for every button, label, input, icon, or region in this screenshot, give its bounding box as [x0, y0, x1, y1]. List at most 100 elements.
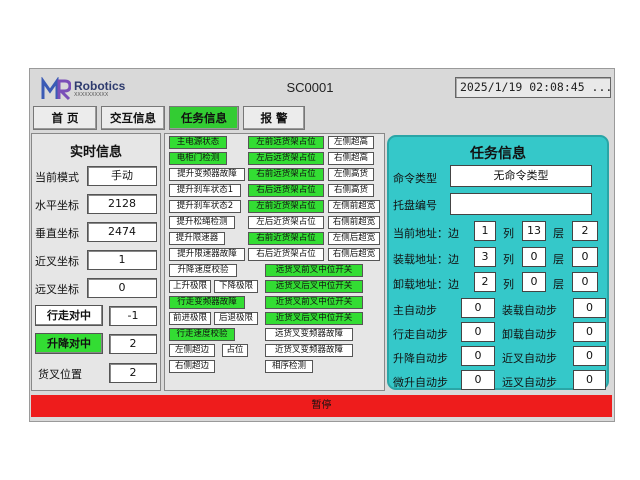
left-over-edge-indicator: 左侧超边 — [169, 344, 215, 357]
realtime-title: 实时信息 — [69, 145, 122, 160]
load-column-label: 列 — [503, 253, 514, 266]
right-rear-far-rack-indicator: 右后远货架占位 — [248, 184, 324, 197]
lift-step-label: 升降自动步 — [393, 352, 448, 365]
left-overheight-indicator: 左侧超高 — [328, 136, 374, 149]
near-fork-inverter-fault-indicator: 近货叉变频器故障 — [265, 344, 353, 357]
vertical-coord-value: 2474 — [87, 222, 157, 242]
unload-layer-value: 0 — [572, 272, 598, 292]
far-fork-rear-center-switch-indicator: 远货叉后叉中位开关 — [265, 280, 363, 293]
near-fork-coord-label: 近叉坐标 — [35, 255, 79, 268]
mr-logo-icon — [41, 77, 71, 101]
logo-subtitle: XXXXXXXXXX — [74, 91, 109, 98]
travel-speed-check-indicator: 行走速度校验 — [169, 328, 235, 341]
status-bar: 暂停 — [31, 395, 612, 417]
tab-home[interactable]: 首 页 — [33, 106, 97, 130]
lift-speed-limiter-fault-indicator: 提升限速器故障 — [169, 248, 245, 261]
pallet-number-value — [450, 193, 592, 215]
near-fork-step-value: 0 — [573, 346, 606, 366]
left-rear-near-rack-indicator: 左后近货架占位 — [248, 216, 324, 229]
lift-center-value: 2 — [109, 334, 157, 354]
task-info-title: 任务信息 — [470, 146, 526, 162]
unload-side-value: 2 — [474, 272, 496, 292]
mode-value: 手动 — [87, 166, 157, 186]
load-layer-label: 层 — [553, 253, 564, 266]
station-id: SC0001 — [286, 80, 334, 95]
near-fork-coord-value: 1 — [87, 250, 157, 270]
tab-alarm[interactable]: 报 警 — [243, 106, 305, 130]
unload-column-label: 列 — [503, 278, 514, 291]
right-front-near-rack-indicator: 右前近货架占位 — [248, 232, 324, 245]
right-high-cargo-indicator: 右侧高货 — [328, 184, 374, 197]
pallet-number-label: 托盘编号 — [393, 199, 437, 212]
down-limit-indicator: 下降极限 — [214, 280, 258, 293]
right-overheight-indicator: 右侧超高 — [328, 152, 374, 165]
lift-inverter-fault-indicator: 提升变频器故障 — [169, 168, 245, 181]
far-fork-coord-label: 远叉坐标 — [35, 283, 79, 296]
left-high-cargo-indicator: 左侧高货 — [328, 168, 374, 181]
lift-step-value: 0 — [461, 346, 495, 366]
current-layer-label: 层 — [553, 227, 564, 240]
far-fork-step-value: 0 — [573, 370, 606, 390]
main-step-value: 0 — [461, 298, 495, 318]
right-rear-overwidth-indicator: 右侧后超宽 — [328, 248, 380, 261]
command-type-value: 无命令类型 — [450, 165, 592, 187]
unload-step-value: 0 — [573, 322, 606, 342]
lift-speed-limiter-indicator: 提升限速器 — [169, 232, 225, 245]
mode-label: 当前模式 — [35, 171, 79, 184]
command-type-label: 命令类型 — [393, 172, 437, 185]
right-rear-near-rack-indicator: 右后近货架占位 — [248, 248, 324, 261]
travel-center-button[interactable]: 行走对中 — [35, 305, 103, 326]
left-front-overwidth-indicator: 左侧前超宽 — [328, 200, 380, 213]
travel-step-value: 0 — [461, 322, 495, 342]
up-limit-indicator: 上升极限 — [169, 280, 211, 293]
current-address-label: 当前地址：边 — [393, 227, 459, 240]
right-front-far-rack-indicator: 右前远货架占位 — [248, 168, 324, 181]
lift-center-button[interactable]: 升降对中 — [35, 333, 103, 354]
right-front-overwidth-indicator: 右侧前超宽 — [328, 216, 380, 229]
unload-layer-label: 层 — [553, 278, 564, 291]
unload-address-label: 卸载地址：边 — [393, 278, 459, 291]
micro-lift-step-value: 0 — [461, 370, 495, 390]
lift-speed-check-indicator: 升降速度校验 — [169, 264, 237, 277]
phase-sequence-indicator: 相序检测 — [265, 360, 313, 373]
travel-inverter-fault-indicator: 行走变频器故障 — [169, 296, 245, 309]
travel-step-label: 行走自动步 — [393, 328, 448, 341]
far-fork-inverter-fault-indicator: 远货叉变频器故障 — [265, 328, 353, 341]
left-rear-far-rack-indicator: 左后远货架占位 — [248, 152, 324, 165]
unload-step-label: 卸载自动步 — [502, 328, 557, 341]
load-layer-value: 0 — [572, 247, 598, 267]
horizontal-coord-value: 2128 — [87, 194, 157, 214]
current-layer-value: 2 — [572, 221, 598, 241]
near-fork-front-center-switch-indicator: 近货叉前叉中位开关 — [265, 296, 363, 309]
datetime-display: 2025/1/19 02:08:45 ... — [455, 77, 611, 98]
current-column-label: 列 — [503, 227, 514, 240]
left-front-near-rack-indicator: 左前近货架占位 — [248, 200, 324, 213]
backward-limit-indicator: 后退极限 — [214, 312, 258, 325]
far-fork-coord-value: 0 — [87, 278, 157, 298]
load-address-label: 装载地址：边 — [393, 253, 459, 266]
load-column-value: 0 — [522, 247, 546, 267]
unload-column-value: 0 — [522, 272, 546, 292]
right-over-edge-indicator: 右侧超边 — [169, 360, 215, 373]
load-step-value: 0 — [573, 298, 606, 318]
company-logo: Robotics XXXXXXXXXX — [41, 76, 125, 102]
cabinet-door-indicator: 电柜门检测 — [169, 152, 227, 165]
fork-position-label: 货叉位置 — [38, 368, 82, 381]
logo-name: Robotics — [74, 78, 126, 93]
left-rear-overwidth-indicator: 左侧后超宽 — [328, 232, 380, 245]
micro-lift-step-label: 微升自动步 — [393, 376, 448, 389]
load-side-value: 3 — [474, 247, 496, 267]
current-side-value: 1 — [474, 221, 496, 241]
horizontal-coord-label: 水平坐标 — [35, 199, 79, 212]
current-column-value: 13 — [522, 221, 546, 241]
tab-task-info[interactable]: 任务信息 — [169, 106, 239, 130]
lift-brake-1-indicator: 提升刹车状态1 — [169, 184, 241, 197]
tab-interaction[interactable]: 交互信息 — [101, 106, 165, 130]
near-fork-step-label: 近叉自动步 — [502, 352, 557, 365]
vertical-coord-label: 垂直坐标 — [35, 227, 79, 240]
forward-limit-indicator: 前进极限 — [169, 312, 211, 325]
travel-center-value: -1 — [109, 306, 157, 326]
occupied-indicator: 占位 — [222, 344, 248, 357]
far-fork-front-center-switch-indicator: 远货叉前叉中位开关 — [265, 264, 363, 277]
far-fork-step-label: 远叉自动步 — [502, 376, 557, 389]
